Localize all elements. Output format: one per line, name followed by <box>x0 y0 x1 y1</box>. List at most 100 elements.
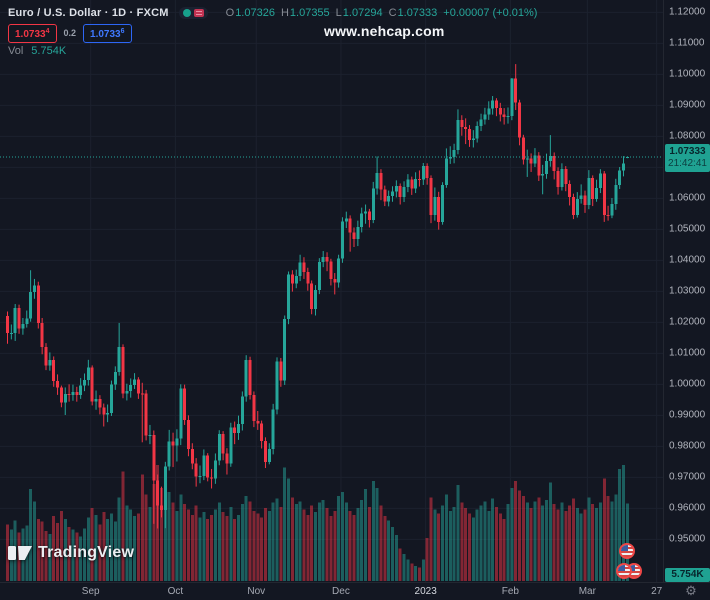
volume-bar <box>252 511 255 581</box>
candle-body <box>610 204 613 215</box>
candle-body <box>391 192 394 197</box>
candle-body <box>568 184 571 197</box>
candle-body <box>95 399 98 401</box>
candle-body <box>283 319 286 380</box>
volume-bar <box>249 501 252 581</box>
volume-bar <box>272 503 275 581</box>
candle-body <box>460 120 463 127</box>
price-chart[interactable] <box>0 0 710 600</box>
volume-bar <box>237 515 240 581</box>
close-label: C <box>389 7 397 19</box>
candle-body <box>237 424 240 433</box>
volume-bar <box>175 511 178 581</box>
volume-bar <box>476 509 479 581</box>
candle-body <box>33 285 36 292</box>
candle-body <box>218 434 221 461</box>
sell-quote-button[interactable]: 1.07334 <box>8 24 57 43</box>
candle-body <box>360 214 363 228</box>
volume-bar <box>349 511 352 581</box>
volume-bar <box>353 515 356 581</box>
close-value: 1.07333 <box>398 7 438 19</box>
volume-bar <box>206 519 209 581</box>
volume-bar <box>341 492 344 581</box>
volume-bar <box>395 535 398 581</box>
volume-bar <box>287 478 290 581</box>
volume-bar <box>387 520 390 581</box>
price-axis-label: 0.98000 <box>669 441 705 452</box>
us-flag-event-icon[interactable] <box>619 543 635 559</box>
us-flag-event-icon[interactable] <box>616 563 632 579</box>
candle-body <box>45 347 48 366</box>
volume-bar <box>229 507 232 581</box>
candle-body <box>168 442 171 467</box>
buy-quote-button[interactable]: 1.07336 <box>83 24 132 43</box>
candle-body <box>387 196 390 201</box>
candle-body <box>202 456 205 476</box>
volume-bar <box>141 474 144 581</box>
candle-body <box>441 185 444 222</box>
tradingview-attribution[interactable]: TradingView <box>8 544 134 562</box>
volume-bar <box>460 503 463 581</box>
candle-body <box>341 222 344 259</box>
gear-icon[interactable]: ⚙ <box>682 582 700 599</box>
time-axis-label: Dec <box>332 586 350 597</box>
volume-bar <box>214 509 217 581</box>
volume-bar <box>584 509 587 581</box>
candle-body <box>310 284 313 309</box>
time-axis[interactable]: SepOctNovDec2023FebMar27 <box>0 582 710 600</box>
candle-body <box>530 159 533 164</box>
volume-bar <box>379 505 382 581</box>
time-axis-label: 27 <box>651 586 662 597</box>
current-volume-label: 5.754K <box>665 568 710 582</box>
price-axis-label: 1.12000 <box>669 7 705 18</box>
volume-bar <box>453 507 456 581</box>
candle-body <box>252 395 255 421</box>
volume-legend-label[interactable]: Vol <box>8 45 23 57</box>
candle-body <box>102 407 105 414</box>
price-axis[interactable]: 1.07333 21:42:41 5.754K 1.120001.110001.… <box>663 0 710 582</box>
candle-body <box>268 449 271 462</box>
volume-bar <box>164 470 167 581</box>
quote-toggle[interactable] <box>179 7 208 19</box>
candle-body <box>264 441 267 462</box>
candle-body <box>587 178 590 205</box>
ask-price-sup: 6 <box>121 28 125 35</box>
volume-bar <box>118 497 121 581</box>
volume-bar <box>595 508 598 581</box>
time-axis-label: Oct <box>168 586 184 597</box>
candle-body <box>141 393 144 394</box>
candle-body <box>353 232 356 239</box>
candle-body <box>584 196 587 206</box>
candle-body <box>326 257 329 261</box>
candle-body <box>60 387 63 402</box>
chart-widget: Euro / U.S. Dollar · 1D · FXCM O1.07326 … <box>0 0 710 600</box>
volume-bar <box>283 468 286 581</box>
volume-bar <box>183 504 186 581</box>
candle-body <box>329 261 332 279</box>
open-label: O <box>226 7 235 19</box>
candle-body <box>595 188 598 199</box>
candle-body <box>314 290 317 309</box>
volume-bar <box>245 496 248 581</box>
open-value: 1.07326 <box>235 7 275 19</box>
candle-body <box>383 190 386 202</box>
current-price-label: 1.07333 21:42:41 <box>665 144 710 172</box>
price-axis-label: 1.11000 <box>669 38 704 49</box>
candle-body <box>510 78 513 116</box>
volume-bar <box>468 514 471 582</box>
candle-body <box>603 174 606 215</box>
candle-body <box>406 179 409 186</box>
candle-body <box>526 159 529 160</box>
symbol-title[interactable]: Euro / U.S. Dollar · 1D · FXCM <box>8 7 169 19</box>
candle-body <box>564 169 567 184</box>
candle-body <box>433 197 436 215</box>
candle-body <box>295 276 298 284</box>
volume-bar <box>518 491 521 581</box>
candle-body <box>187 420 190 449</box>
candle-body <box>245 360 248 397</box>
time-axis-label: 2023 <box>415 586 437 597</box>
candle-body <box>21 324 24 328</box>
candle-body <box>553 156 556 171</box>
candle-body <box>430 178 433 215</box>
candle-body <box>125 391 128 394</box>
